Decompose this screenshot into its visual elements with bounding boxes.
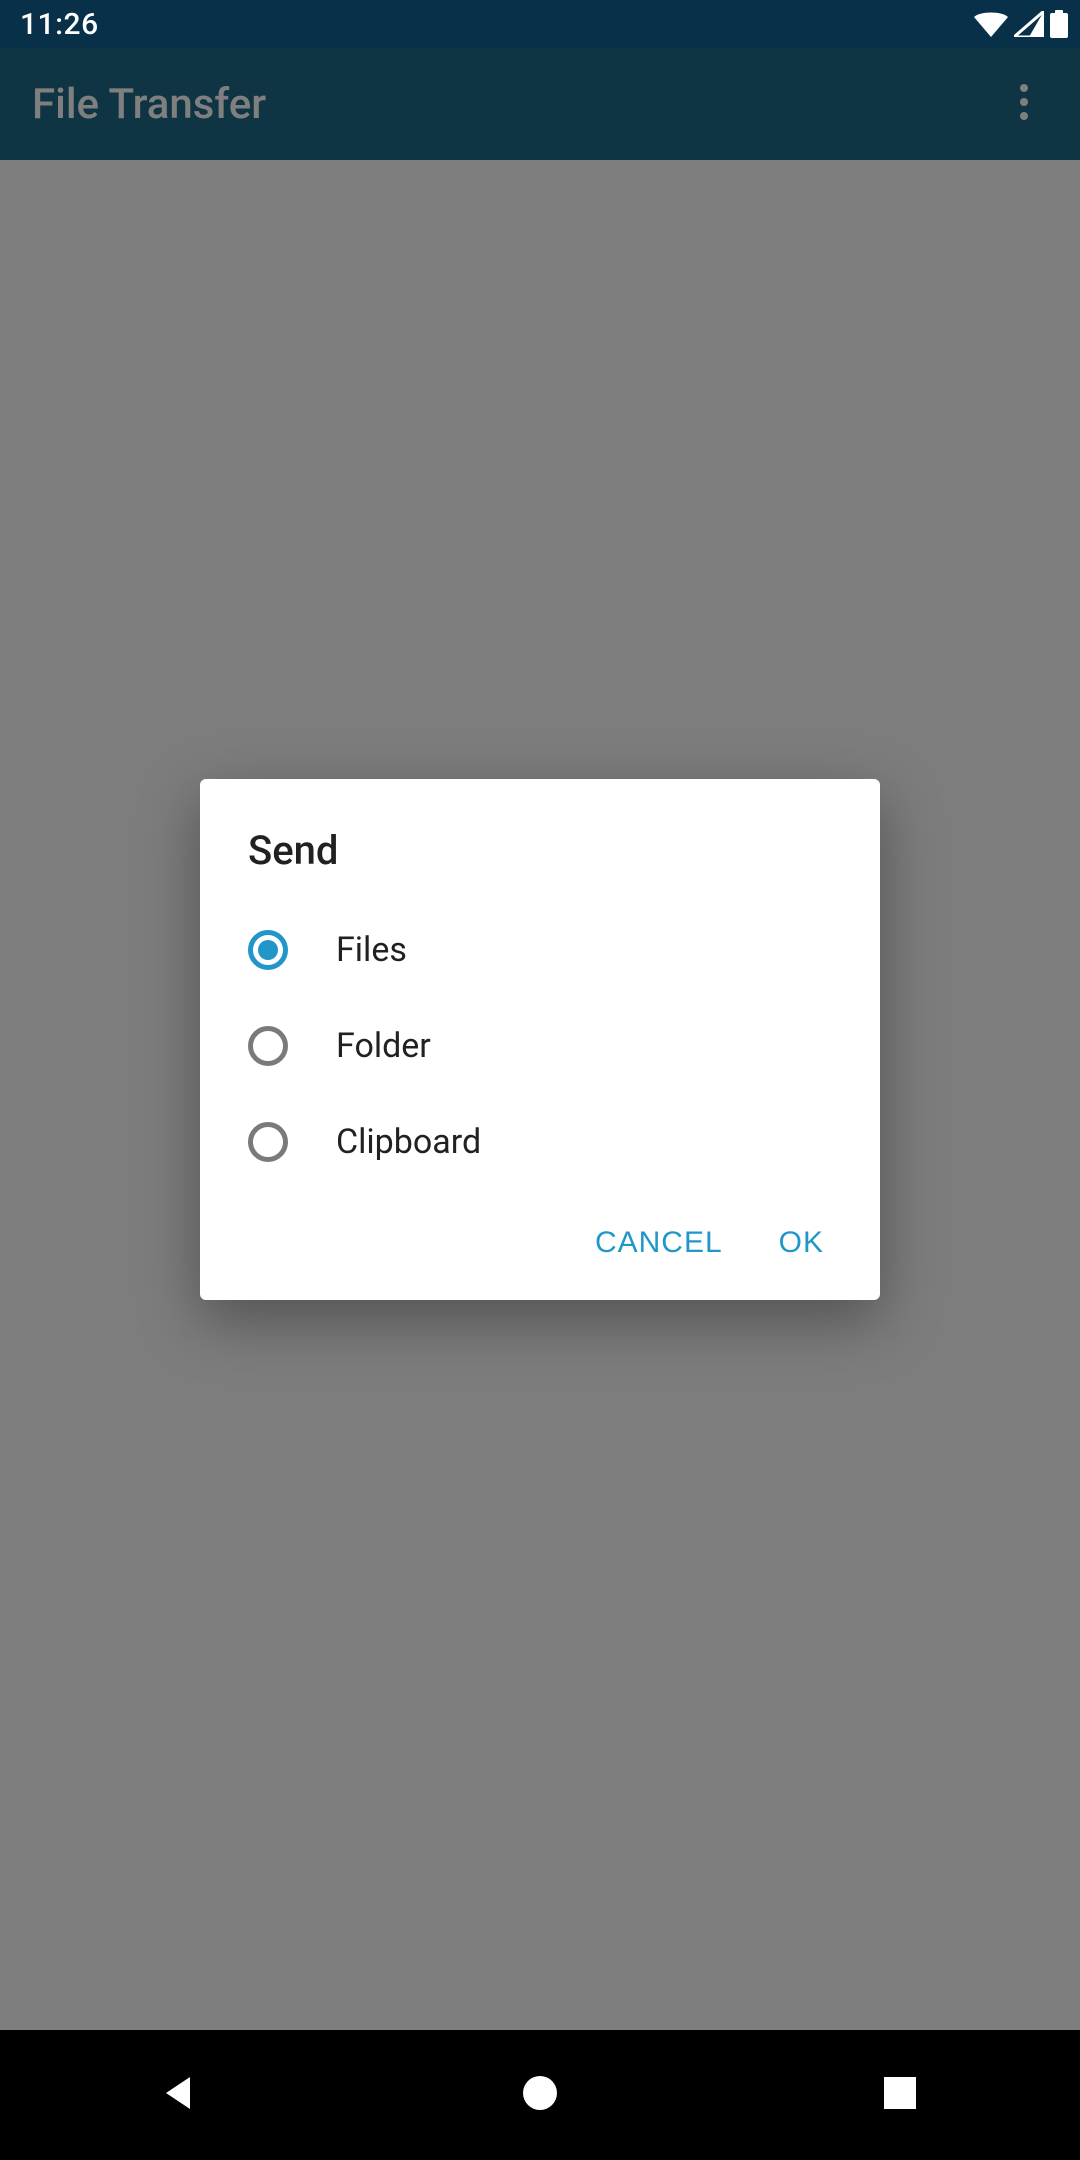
ok-button[interactable]: OK (779, 1226, 824, 1260)
nav-home-button[interactable] (440, 2030, 640, 2160)
status-bar: 11:26 (0, 0, 1080, 48)
radio-icon (248, 1026, 288, 1066)
cancel-button[interactable]: CANCEL (595, 1226, 723, 1260)
send-dialog: Send Files Folder Clipboard CANCEL OK (200, 779, 880, 1300)
battery-icon (1050, 10, 1068, 38)
back-triangle-icon (160, 2073, 200, 2117)
radio-icon (248, 930, 288, 970)
nav-back-button[interactable] (80, 2030, 280, 2160)
radio-option-files[interactable]: Files (224, 902, 856, 998)
dialog-actions: CANCEL OK (200, 1190, 880, 1300)
radio-option-clipboard[interactable]: Clipboard (224, 1094, 856, 1190)
screen: 11:26 File Transfer Send (0, 0, 1080, 2160)
radio-list: Files Folder Clipboard (200, 902, 880, 1190)
radio-label: Folder (336, 1026, 431, 1066)
dialog-title: Send (200, 827, 880, 902)
nav-recent-button[interactable] (800, 2030, 1000, 2160)
home-circle-icon (520, 2073, 560, 2117)
navigation-bar (0, 2030, 1080, 2160)
radio-label: Files (336, 930, 407, 970)
cellular-signal-icon (1014, 11, 1044, 37)
dialog-scrim[interactable]: Send Files Folder Clipboard CANCEL OK (0, 48, 1080, 2030)
recent-square-icon (882, 2075, 918, 2115)
radio-icon (248, 1122, 288, 1162)
radio-option-folder[interactable]: Folder (224, 998, 856, 1094)
status-time: 11:26 (12, 7, 99, 42)
wifi-icon (974, 11, 1008, 37)
status-icons (974, 10, 1068, 38)
radio-label: Clipboard (336, 1122, 481, 1162)
